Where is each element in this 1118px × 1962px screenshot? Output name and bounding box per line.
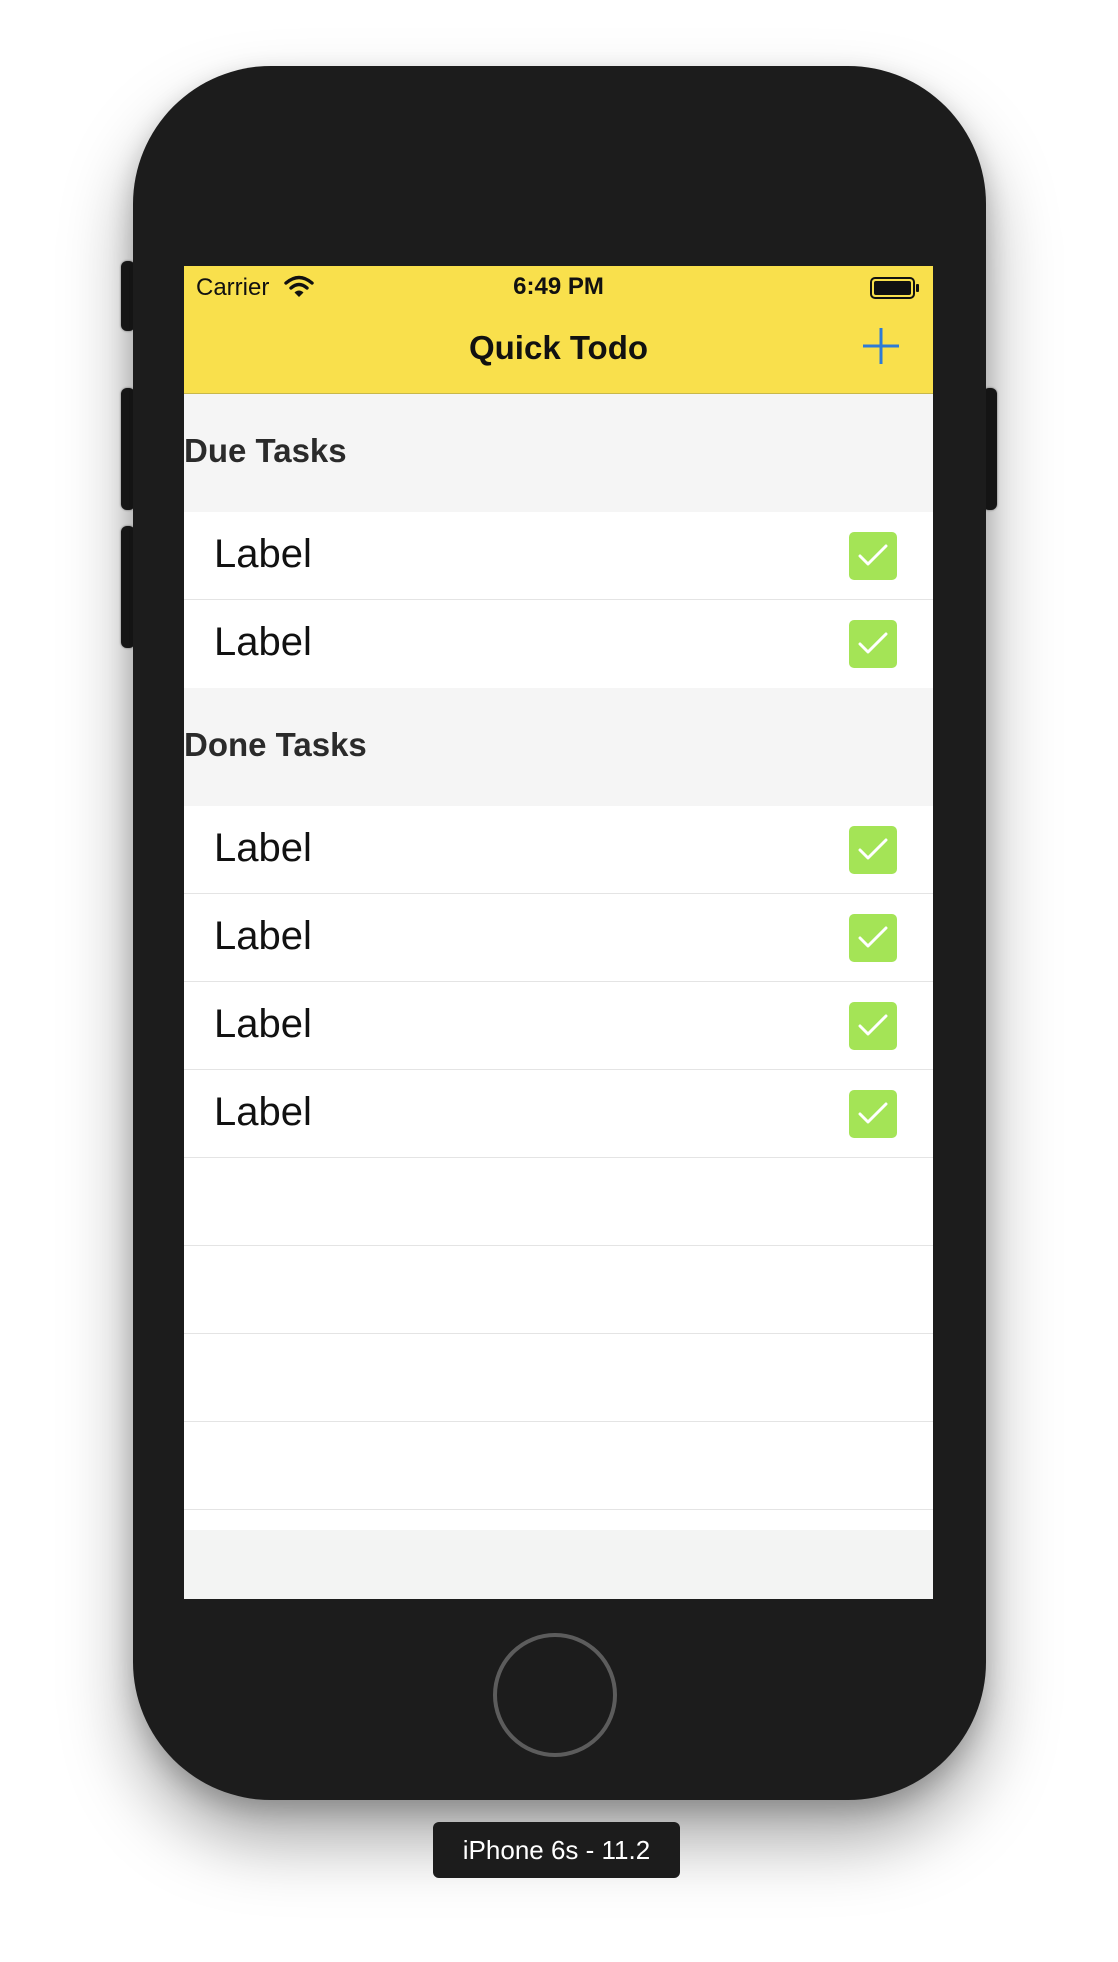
empty-row [184,1246,933,1334]
task-checkbox[interactable] [849,1090,897,1138]
task-label: Label [214,826,312,870]
task-row[interactable]: Label [184,512,933,600]
task-label: Label [214,1002,312,1046]
bottom-toolbar-area [184,1530,933,1599]
plus-icon [863,328,899,364]
device-label: iPhone 6s - 11.2 [433,1822,680,1878]
simulator-stage: Carrier 6:49 PM Quick Todo Due Tasks Lab… [0,0,1118,1962]
section-title: Due Tasks [184,432,347,469]
task-label: Label [214,532,312,576]
task-row[interactable]: Label [184,1070,933,1158]
home-button[interactable] [493,1633,617,1757]
task-label: Label [214,914,312,958]
task-row[interactable]: Label [184,894,933,982]
checkmark-icon [858,838,888,860]
task-row[interactable]: Label [184,982,933,1070]
app-screen: Carrier 6:49 PM Quick Todo Due Tasks Lab… [184,266,933,1599]
checkmark-icon [858,1014,888,1036]
nav-title: Quick Todo [468,329,649,366]
task-label: Label [214,1090,312,1134]
empty-row [184,1158,933,1246]
task-row[interactable]: Label [184,600,933,688]
task-row[interactable]: Label [184,806,933,894]
task-checkbox[interactable] [849,1002,897,1050]
section-header-due: Due Tasks [184,394,933,512]
task-checkbox[interactable] [849,826,897,874]
task-checkbox[interactable] [849,532,897,580]
task-checkbox[interactable] [849,620,897,668]
section-title: Done Tasks [184,726,367,763]
empty-row [184,1334,933,1422]
empty-row [184,1422,933,1510]
checkmark-icon [858,1102,888,1124]
checkmark-icon [858,544,888,566]
add-task-button[interactable] [860,325,902,367]
checkmark-icon [858,632,888,654]
task-checkbox[interactable] [849,914,897,962]
status-time: 6:49 PM [513,273,604,300]
task-label: Label [214,620,312,664]
checkmark-icon [858,926,888,948]
battery-icon [870,277,919,299]
navigation-bar: Carrier 6:49 PM Quick Todo [184,266,933,394]
section-header-done: Done Tasks [184,688,933,806]
